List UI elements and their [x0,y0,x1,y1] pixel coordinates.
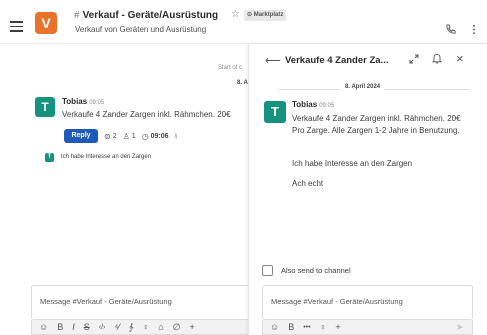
team-avatar[interactable]: V [35,12,57,34]
code-icon[interactable]: ‹/› [99,324,106,331]
back-arrow-icon[interactable]: ⟵ [265,54,281,67]
channel-hash-icon: # [74,10,80,21]
message-input-placeholder: Message #Verkauf - Geräte/Ausrüstung [40,297,172,306]
avatar[interactable]: T [35,97,55,117]
participant-count[interactable]: 1 [132,133,136,140]
favorite-star-icon[interactable]: ☆ [231,9,240,20]
post-text: Verkaufe 4 Zander Zargen inkl. Rähmchen.… [62,110,231,119]
root-post-text: Verkaufe 4 Zander Zargen inkl. Rähmchen.… [292,114,461,135]
post-author[interactable]: Tobias [292,100,317,109]
post-header: Tobias 09:05 [62,97,104,106]
replies-icon: ⊜ [104,132,111,141]
reply-button[interactable]: Reply [64,129,98,143]
post-time[interactable]: 09:05 [319,103,334,109]
reply-input-placeholder: Message #Verkauf - Geräte/Ausrüstung [271,297,403,306]
post-time[interactable]: 09:05 [89,100,104,106]
plus-icon[interactable]: + [335,322,340,332]
channel-purpose: Verkauf von Geräten und Ausrüstung [75,25,207,34]
formatting-toolbar: ☺ B I S ‹/› ⁴⁄ ∱ ♀ ⌂ ∅ + [31,320,250,335]
more-options-icon[interactable] [472,24,476,35]
phone-call-icon[interactable] [445,24,456,35]
reply-text: Ach echt [292,179,324,188]
last-reply-time: 09:06 [150,133,169,140]
follow-bell-icon[interactable] [432,53,442,64]
send-icon[interactable]: ➤ [456,322,464,333]
hamburger-menu-icon[interactable] [10,21,23,32]
reply-input[interactable]: Message #Verkauf - Geräte/Ausrüstung [262,285,473,320]
channel-name: Verkauf - Geräte/Ausrüstung [82,10,219,21]
mention-icon[interactable]: ♀ [320,322,327,332]
heading-icon[interactable]: ⁴⁄ [114,322,119,332]
channel-intro-text: Start of c [218,65,243,71]
formula-icon[interactable]: ∱ [129,322,134,333]
close-icon[interactable]: × [456,51,464,66]
italic-icon[interactable]: I [72,322,75,332]
thread-title: Verkaufe 4 Zander Za... [285,55,389,66]
emoji-picker-icon[interactable]: ⌂ [158,322,163,332]
post-header: Tobias 09:05 [292,100,334,109]
channel-header [0,0,487,44]
avatar[interactable]: T [45,153,54,162]
strikethrough-icon[interactable]: S [84,322,90,332]
channel-title[interactable]: # Verkauf - Geräte/Ausrüstung [74,10,218,21]
emoji-icon[interactable]: ☺ [39,322,48,332]
also-send-label[interactable]: Also send to channel [281,266,351,275]
mention-icon[interactable]: ♀ [142,322,149,332]
avatar[interactable]: T [264,101,286,123]
reply-preview-text[interactable]: Ich habe Interesse an den Zargen [61,154,151,160]
bold-icon[interactable]: B [288,322,294,332]
bold-icon[interactable]: B [57,322,63,332]
more-formatting-icon[interactable]: ••• [303,324,310,331]
attachment-icon[interactable]: ∅ [173,322,181,333]
message-input[interactable]: Message #Verkauf - Geräte/Ausrüstung [31,285,250,320]
emoji-icon[interactable]: ☺ [270,322,279,332]
thread-footer: ⊜ 2 ♙ 1 ◷ 09:06 ♮ [104,131,179,142]
post-author[interactable]: Tobias [62,97,87,106]
date-separator: 8. April 2024 [341,84,385,90]
clock-icon: ◷ [141,132,149,141]
follow-bell-icon[interactable]: ♮ [175,132,178,141]
participants-icon: ♙ [122,132,130,141]
reply-count[interactable]: 2 [113,133,117,140]
reply-text: Ich habe Interesse an den Zargen [292,159,413,168]
expand-icon[interactable] [409,54,419,64]
thread-formatting-toolbar: ☺ B ••• ♀ + [262,320,473,335]
plus-icon[interactable]: + [189,322,194,332]
category-tag[interactable]: ⊙ Marktplatz [244,10,287,21]
also-send-checkbox[interactable] [262,265,273,276]
